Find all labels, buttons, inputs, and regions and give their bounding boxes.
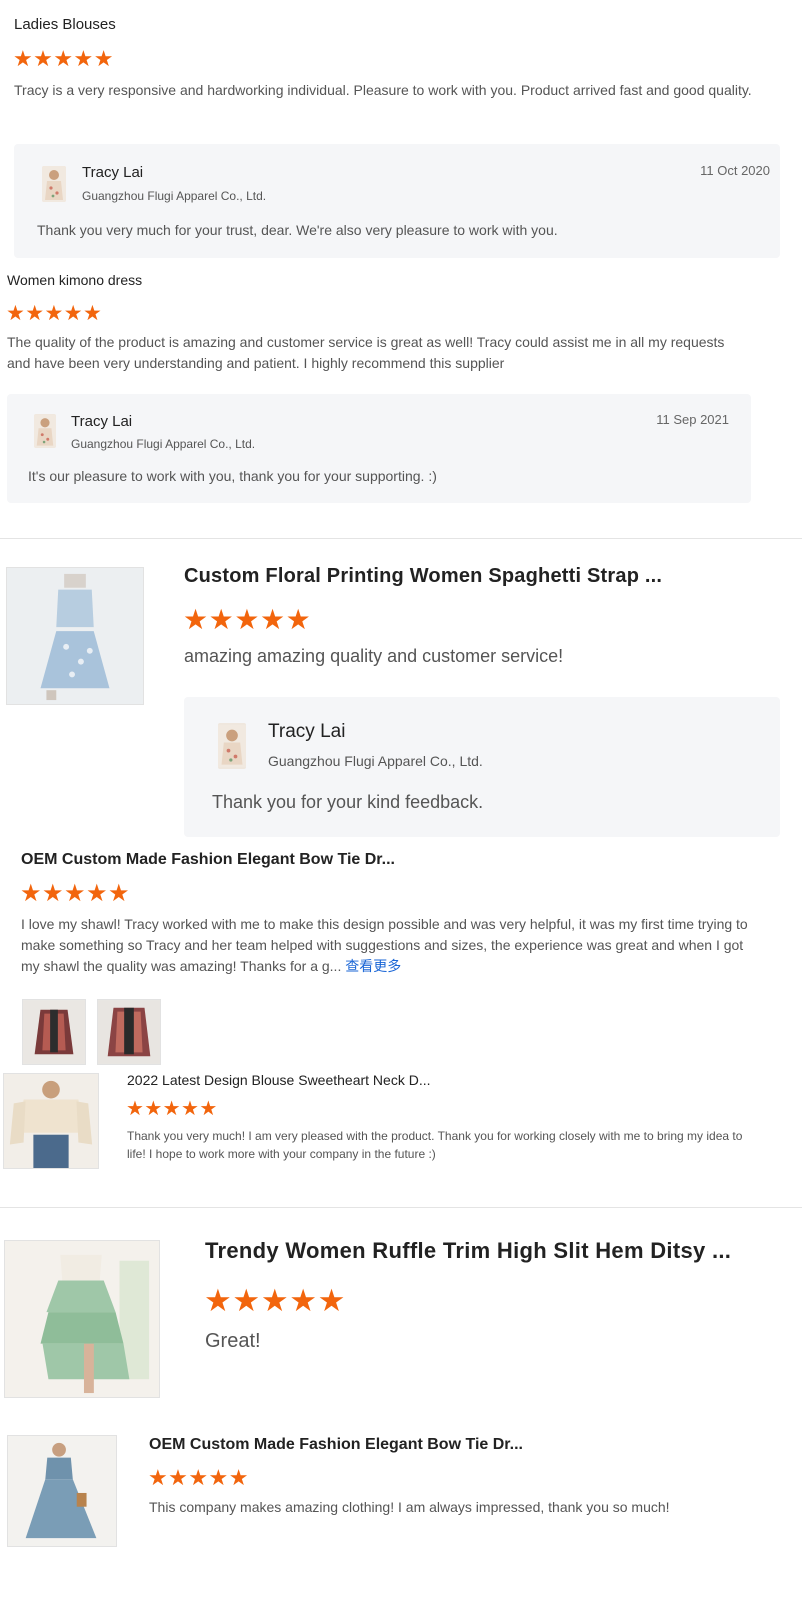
star-icon: ★ (73, 46, 94, 71)
review-3-rating: ★ ★ ★ ★ ★ (183, 606, 311, 634)
reply-text: It's our pleasure to work with you, than… (28, 468, 437, 484)
star-icon: ★ (228, 1465, 249, 1490)
reply-company-name: Guangzhou Flugi Apparel Co., Ltd. (268, 753, 483, 769)
star-icon: ★ (199, 1098, 218, 1120)
star-icon: ★ (232, 1283, 261, 1318)
review-3-supplier-reply: Tracy Lai Guangzhou Flugi Apparel Co., L… (184, 697, 780, 837)
star-icon: ★ (93, 46, 114, 71)
review-1-text: Tracy is a very responsive and hardworki… (14, 82, 752, 98)
star-icon: ★ (41, 880, 64, 907)
review-4-rating: ★ ★ ★ ★ ★ (20, 882, 130, 906)
review-4-photo-1[interactable] (22, 999, 86, 1065)
supplier-avatar (218, 723, 246, 769)
star-icon: ★ (188, 1465, 209, 1490)
star-icon: ★ (317, 1283, 346, 1318)
star-icon: ★ (208, 1465, 229, 1490)
star-icon: ★ (260, 1283, 289, 1318)
see-more-link[interactable]: 查看更多 (345, 958, 401, 974)
reply-text: Thank you for your kind feedback. (212, 792, 484, 812)
reply-company-name: Guangzhou Flugi Apparel Co., Ltd. (71, 437, 256, 451)
star-icon: ★ (13, 46, 33, 71)
star-icon: ★ (85, 880, 108, 907)
review-4-text-block: I love my shawl! Tracy worked with me to… (21, 914, 763, 977)
reply-company-name: Guangzhou Flugi Apparel Co., Ltd. (82, 189, 267, 203)
review-2-supplier-reply: Tracy Lai Guangzhou Flugi Apparel Co., L… (7, 394, 751, 503)
reply-author-name: Tracy Lai (268, 721, 346, 742)
review-7-rating: ★ ★ ★ ★ ★ (148, 1467, 249, 1489)
review-3-text: amazing amazing quality and customer ser… (184, 646, 564, 666)
review-5-product-title[interactable]: 2022 Latest Design Blouse Sweetheart Nec… (127, 1072, 431, 1088)
star-icon: ★ (204, 1283, 232, 1318)
review-3-product-photo[interactable] (6, 567, 144, 705)
star-icon: ★ (168, 1465, 188, 1490)
star-icon: ★ (44, 302, 64, 325)
review-2-rating: ★ ★ ★ ★ ★ (6, 303, 102, 324)
review-6-rating: ★ ★ ★ ★ ★ (204, 1285, 346, 1316)
star-icon: ★ (82, 302, 102, 325)
section-divider (0, 538, 802, 539)
star-icon: ★ (63, 880, 86, 907)
review-2-product-title[interactable]: Women kimono dress (7, 272, 142, 288)
review-7-product-photo[interactable] (7, 1435, 117, 1547)
reply-author-name: Tracy Lai (82, 164, 144, 181)
supplier-avatar (34, 414, 56, 448)
star-icon: ★ (180, 1098, 199, 1120)
review-4-photo-2[interactable] (97, 999, 161, 1065)
star-icon: ★ (183, 604, 209, 635)
supplier-avatar (42, 166, 66, 202)
star-icon: ★ (234, 604, 260, 635)
star-icon: ★ (289, 1283, 318, 1318)
review-3-product-title[interactable]: Custom Floral Printing Women Spaghetti S… (184, 565, 662, 588)
star-icon: ★ (208, 604, 234, 635)
star-icon: ★ (148, 1465, 168, 1490)
reply-date: 11 Sep 2021 (656, 412, 729, 427)
review-5-text: Thank you very much! I am very pleased w… (127, 1129, 743, 1161)
star-icon: ★ (107, 880, 130, 907)
reply-author-name: Tracy Lai (71, 413, 133, 430)
review-1-product-title[interactable]: Ladies Blouses (14, 16, 116, 33)
review-5-rating: ★ ★ ★ ★ ★ (126, 1099, 218, 1119)
review-6-text: Great! (205, 1330, 261, 1352)
star-icon: ★ (126, 1098, 144, 1120)
section-divider (0, 1207, 802, 1208)
review-6-product-photo[interactable] (4, 1240, 160, 1398)
review-1-rating: ★ ★ ★ ★ ★ (13, 48, 114, 70)
star-icon: ★ (6, 302, 25, 325)
review-1-supplier-reply: Tracy Lai Guangzhou Flugi Apparel Co., L… (14, 144, 780, 258)
reply-date: 11 Oct 2020 (700, 163, 770, 178)
review-7-text: This company makes amazing clothing! I a… (149, 1499, 670, 1515)
review-2-text: The quality of the product is amazing an… (7, 334, 725, 371)
star-icon: ★ (63, 302, 83, 325)
reply-text: Thank you very much for your trust, dear… (37, 222, 558, 238)
star-icon: ★ (25, 302, 45, 325)
review-5-product-photo[interactable] (3, 1073, 99, 1169)
star-icon: ★ (53, 46, 74, 71)
star-icon: ★ (33, 46, 53, 71)
star-icon: ★ (20, 880, 42, 907)
review-7-product-title[interactable]: OEM Custom Made Fashion Elegant Bow Tie … (149, 1436, 523, 1454)
star-icon: ★ (259, 604, 286, 635)
star-icon: ★ (144, 1098, 163, 1120)
review-4-product-title[interactable]: OEM Custom Made Fashion Elegant Bow Tie … (21, 851, 395, 869)
star-icon: ★ (162, 1098, 181, 1120)
review-6-product-title[interactable]: Trendy Women Ruffle Trim High Slit Hem D… (205, 1238, 731, 1264)
star-icon: ★ (285, 604, 311, 635)
